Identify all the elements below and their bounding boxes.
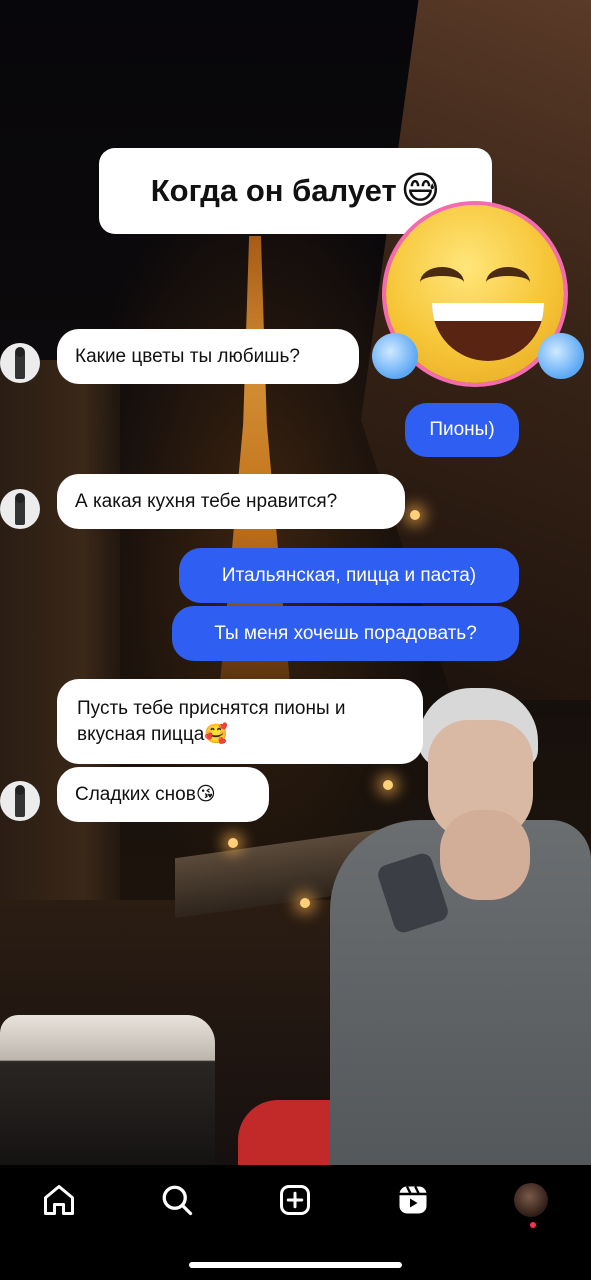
- message-incoming: Сладких снов😘: [57, 767, 269, 822]
- profile-picture: [514, 1183, 548, 1217]
- story-title: Когда он балует: [150, 173, 397, 208]
- message-incoming: А какая кухня тебе нравится?: [57, 474, 405, 529]
- tears-of-joy-sticker: [372, 205, 584, 397]
- message-incoming: Какие цветы ты любишь?: [57, 329, 359, 384]
- message-outgoing: Ты меня хочешь порадовать?: [172, 606, 519, 661]
- notification-dot: [530, 1222, 536, 1228]
- parked-car: [0, 1015, 215, 1165]
- street-lamp: [228, 838, 238, 848]
- message-incoming: Пусть тебе приснятся пионы и вкусная пиц…: [57, 679, 423, 764]
- sender-avatar[interactable]: [0, 781, 40, 821]
- message-outgoing: Пионы): [405, 403, 519, 457]
- home-icon[interactable]: [29, 1170, 89, 1230]
- sender-avatar[interactable]: [0, 489, 40, 529]
- home-indicator: [189, 1262, 402, 1268]
- street-lamp: [410, 510, 420, 520]
- create-icon[interactable]: [265, 1170, 325, 1230]
- sender-avatar[interactable]: [0, 343, 40, 383]
- profile-avatar[interactable]: [501, 1170, 561, 1230]
- reels-icon[interactable]: [383, 1170, 443, 1230]
- message-outgoing: Итальянская, пицца и паста): [179, 548, 519, 603]
- search-icon[interactable]: [147, 1170, 207, 1230]
